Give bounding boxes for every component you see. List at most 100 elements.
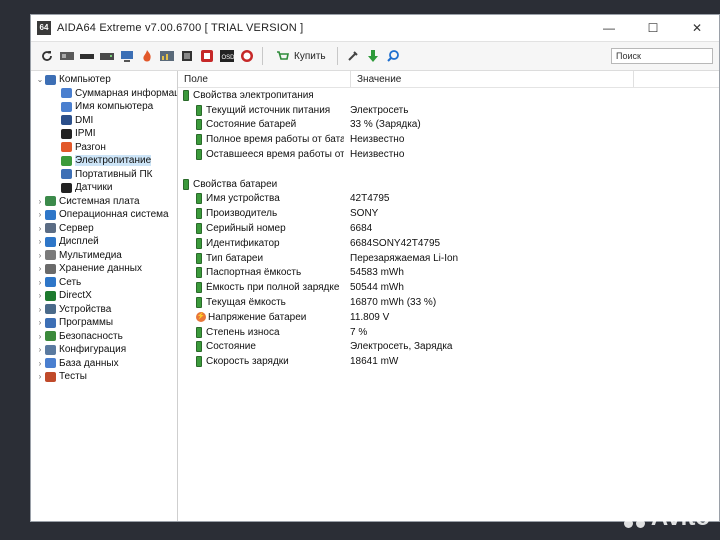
tree-item[interactable]: › Мультимедиа xyxy=(31,249,177,263)
chevron-right-icon[interactable]: › xyxy=(35,332,45,341)
chevron-right-icon[interactable]: › xyxy=(35,264,45,273)
details-panel: Поле Значение Свойства электропитания Тек… xyxy=(178,71,719,521)
field-label: Паспортная ёмкость xyxy=(206,267,302,279)
report-icon[interactable] xyxy=(199,48,215,64)
table-row[interactable]: Паспортная ёмкость 54583 mWh xyxy=(178,266,719,281)
table-row[interactable]: Имя устройства 42T4795 xyxy=(178,192,719,207)
chevron-right-icon[interactable]: › xyxy=(35,372,45,381)
table-row[interactable]: Производитель SONY xyxy=(178,206,719,221)
avito-logo-icon xyxy=(623,508,646,528)
search-icon[interactable] xyxy=(385,48,401,64)
group-header[interactable]: Свойства батареи xyxy=(178,177,719,192)
group-title: Свойства батареи xyxy=(193,178,278,190)
maximize-button[interactable]: ☐ xyxy=(631,15,675,41)
battery-icon xyxy=(196,208,202,220)
osd-icon[interactable]: OSD xyxy=(219,48,235,64)
column-header: Поле Значение xyxy=(178,71,719,88)
tree-item[interactable]: › Сеть xyxy=(31,276,177,290)
chevron-right-icon[interactable]: › xyxy=(35,291,45,300)
memory-icon[interactable] xyxy=(79,48,95,64)
tree-item-label: Тесты xyxy=(59,371,87,383)
chevron-right-icon[interactable]: › xyxy=(35,278,45,287)
table-row[interactable]: Идентификатор 6684SONY42T4795 xyxy=(178,236,719,251)
tree-item[interactable]: IPMI xyxy=(31,127,177,141)
tree-item[interactable]: › Системная плата xyxy=(31,195,177,209)
table-row[interactable]: Серийный номер 6684 xyxy=(178,221,719,236)
tree-item[interactable]: Суммарная информац xyxy=(31,87,177,101)
tree-item[interactable]: ⌄ Компьютер xyxy=(31,73,177,87)
tree-item-icon xyxy=(45,371,56,382)
tree-item[interactable]: › Конфигурация xyxy=(31,343,177,357)
tree-item[interactable]: Электропитание xyxy=(31,154,177,168)
tree-item[interactable]: Датчики xyxy=(31,181,177,195)
tree-item[interactable]: Портативный ПК xyxy=(31,168,177,182)
tools-icon[interactable] xyxy=(345,48,361,64)
chevron-right-icon[interactable]: › xyxy=(35,305,45,314)
benchmark-icon[interactable] xyxy=(159,48,175,64)
tree-item-label: DMI xyxy=(75,114,94,126)
tree-item[interactable]: › Дисплей xyxy=(31,235,177,249)
chevron-down-icon[interactable]: ⌄ xyxy=(35,75,45,84)
tree-item[interactable]: › Устройства xyxy=(31,303,177,317)
field-value: 7 % xyxy=(350,326,368,338)
table-row[interactable]: ⚡ Напряжение батареи 11.809 V xyxy=(178,310,719,325)
stress-test-icon[interactable] xyxy=(139,48,155,64)
chevron-right-icon[interactable]: › xyxy=(35,197,45,206)
tree-item[interactable]: › DirectX xyxy=(31,289,177,303)
tree-item[interactable]: DMI xyxy=(31,114,177,128)
chevron-right-icon[interactable]: › xyxy=(35,359,45,368)
buy-button[interactable]: Купить xyxy=(270,48,330,64)
chevron-right-icon[interactable]: › xyxy=(35,237,45,246)
table-row[interactable]: Текущая ёмкость 16870 mWh (33 %) xyxy=(178,295,719,310)
tree-item[interactable]: › Тесты xyxy=(31,370,177,384)
refresh-icon[interactable] xyxy=(39,48,55,64)
table-row[interactable]: Тип батареи Перезаряжаемая Li-Ion xyxy=(178,251,719,266)
toolbar-separator xyxy=(262,47,263,65)
chevron-right-icon[interactable]: › xyxy=(35,224,45,233)
tree-item-icon xyxy=(45,290,56,301)
table-row[interactable]: Оставшееся время работы от ... Неизвестно xyxy=(178,147,719,162)
chevron-right-icon[interactable]: › xyxy=(35,318,45,327)
group-header[interactable]: Свойства электропитания xyxy=(178,88,719,103)
table-row[interactable]: Текущий источник питания Электросеть xyxy=(178,103,719,118)
tree-item[interactable]: › Операционная система xyxy=(31,208,177,222)
tree-item-icon xyxy=(45,209,56,220)
tree-item-label: DirectX xyxy=(59,290,92,302)
tree-item-icon xyxy=(45,223,56,234)
table-row[interactable]: Ёмкость при полной зарядке 50544 mWh xyxy=(178,280,719,295)
minimize-button[interactable]: — xyxy=(587,15,631,41)
table-row[interactable]: Скорость зарядки 18641 mW xyxy=(178,354,719,369)
chevron-right-icon[interactable]: › xyxy=(35,210,45,219)
chevron-right-icon[interactable]: › xyxy=(35,345,45,354)
aida-logo-icon[interactable] xyxy=(239,48,255,64)
search-input[interactable]: Поиск xyxy=(611,48,713,64)
chevron-right-icon[interactable]: › xyxy=(35,251,45,260)
avito-watermark: Avito xyxy=(623,504,710,532)
storage-icon[interactable] xyxy=(99,48,115,64)
table-row[interactable]: Состояние батарей 33 % (Зарядка) xyxy=(178,118,719,133)
column-field[interactable]: Поле xyxy=(178,71,351,87)
tree-item[interactable]: Имя компьютера xyxy=(31,100,177,114)
table-row[interactable]: Состояние Электросеть, Зарядка xyxy=(178,340,719,355)
tree-item[interactable]: › Хранение данных xyxy=(31,262,177,276)
tree-item-label: Конфигурация xyxy=(59,344,127,356)
table-row[interactable]: Полное время работы от бата... Неизвестно xyxy=(178,132,719,147)
tree-item[interactable]: › Программы xyxy=(31,316,177,330)
table-row[interactable]: Степень износа 7 % xyxy=(178,325,719,340)
tree-item-icon xyxy=(45,317,56,328)
motherboard-icon[interactable] xyxy=(59,48,75,64)
tree-item[interactable]: › Сервер xyxy=(31,222,177,236)
tree-item-label: Сеть xyxy=(59,276,82,288)
field-value: 6684SONY42T4795 xyxy=(350,237,441,249)
tree-item-icon xyxy=(45,196,56,207)
close-button[interactable]: ✕ xyxy=(675,15,719,41)
column-value[interactable]: Значение xyxy=(351,71,634,87)
field-label: Имя устройства xyxy=(206,193,280,205)
battery-icon xyxy=(183,178,189,190)
tree-item[interactable]: Разгон xyxy=(31,141,177,155)
download-icon[interactable] xyxy=(365,48,381,64)
tree-item[interactable]: › Безопасность xyxy=(31,330,177,344)
network-icon[interactable] xyxy=(119,48,135,64)
cpu-icon[interactable] xyxy=(179,48,195,64)
tree-item[interactable]: › База данных xyxy=(31,357,177,371)
